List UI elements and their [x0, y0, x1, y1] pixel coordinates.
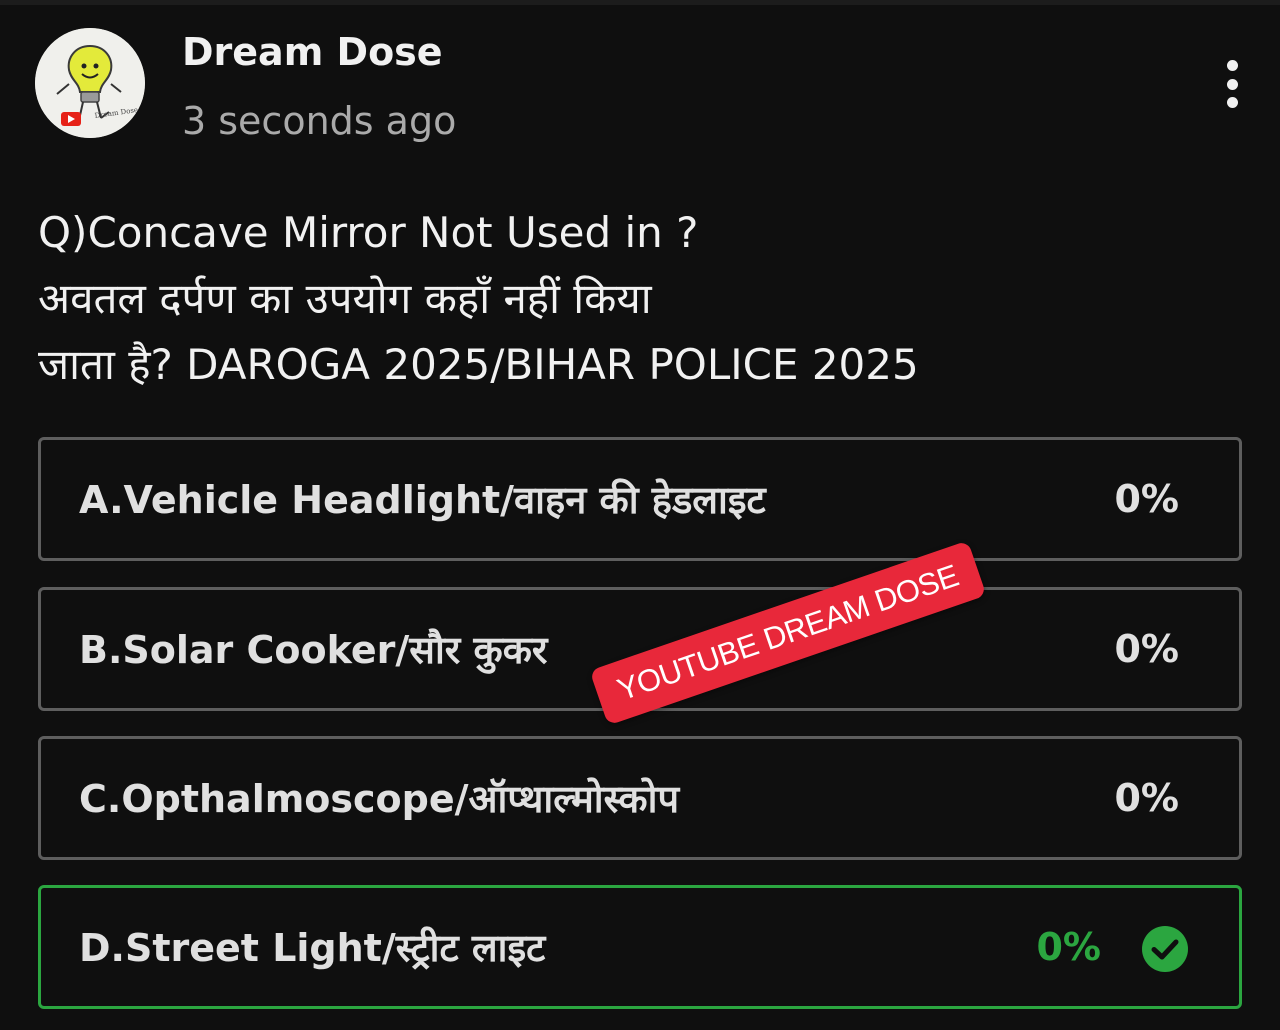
- poll-question: Q)Concave Mirror Not Used in ? अवतल दर्प…: [38, 200, 1238, 398]
- question-line: जाता है? DAROGA 2025/BIHAR POLICE 2025: [38, 340, 919, 389]
- community-post: Dream Dose Dream Dose 3 seconds ago Q)Co…: [0, 0, 1280, 1030]
- more-vert-icon[interactable]: [1210, 52, 1254, 116]
- option-label: B.Solar Cooker/सौर कुकर: [79, 628, 548, 672]
- channel-avatar[interactable]: Dream Dose: [35, 28, 145, 138]
- post-timestamp: 3 seconds ago: [182, 99, 457, 143]
- poll-option-c[interactable]: C.Opthalmoscope/ऑप्थाल्मोस्कोप 0%: [38, 736, 1242, 860]
- top-divider: [0, 0, 1280, 5]
- check-circle-icon: [1142, 926, 1188, 972]
- poll-option-d[interactable]: D.Street Light/स्ट्रीट लाइट 0%: [38, 885, 1242, 1009]
- option-percent: 0%: [1114, 477, 1179, 521]
- question-line: Q)Concave Mirror Not Used in ?: [38, 208, 699, 257]
- menu-dot: [1226, 97, 1238, 108]
- option-percent: 0%: [1114, 627, 1179, 671]
- option-percent: 0%: [1114, 776, 1179, 820]
- menu-dot: [1226, 60, 1238, 71]
- option-label: A.Vehicle Headlight/वाहन की हेडलाइट: [79, 478, 766, 522]
- question-line: अवतल दर्पण का उपयोग कहाँ नहीं किया: [38, 274, 652, 323]
- option-label: D.Street Light/स्ट्रीट लाइट: [79, 926, 546, 970]
- channel-name[interactable]: Dream Dose: [182, 30, 443, 74]
- option-label: C.Opthalmoscope/ऑप्थाल्मोस्कोप: [79, 777, 680, 821]
- menu-dot: [1226, 78, 1238, 90]
- poll-option-a[interactable]: A.Vehicle Headlight/वाहन की हेडलाइट 0%: [38, 437, 1242, 561]
- option-percent: 0%: [1036, 925, 1101, 969]
- lightbulb-avatar-icon: Dream Dose: [35, 28, 145, 138]
